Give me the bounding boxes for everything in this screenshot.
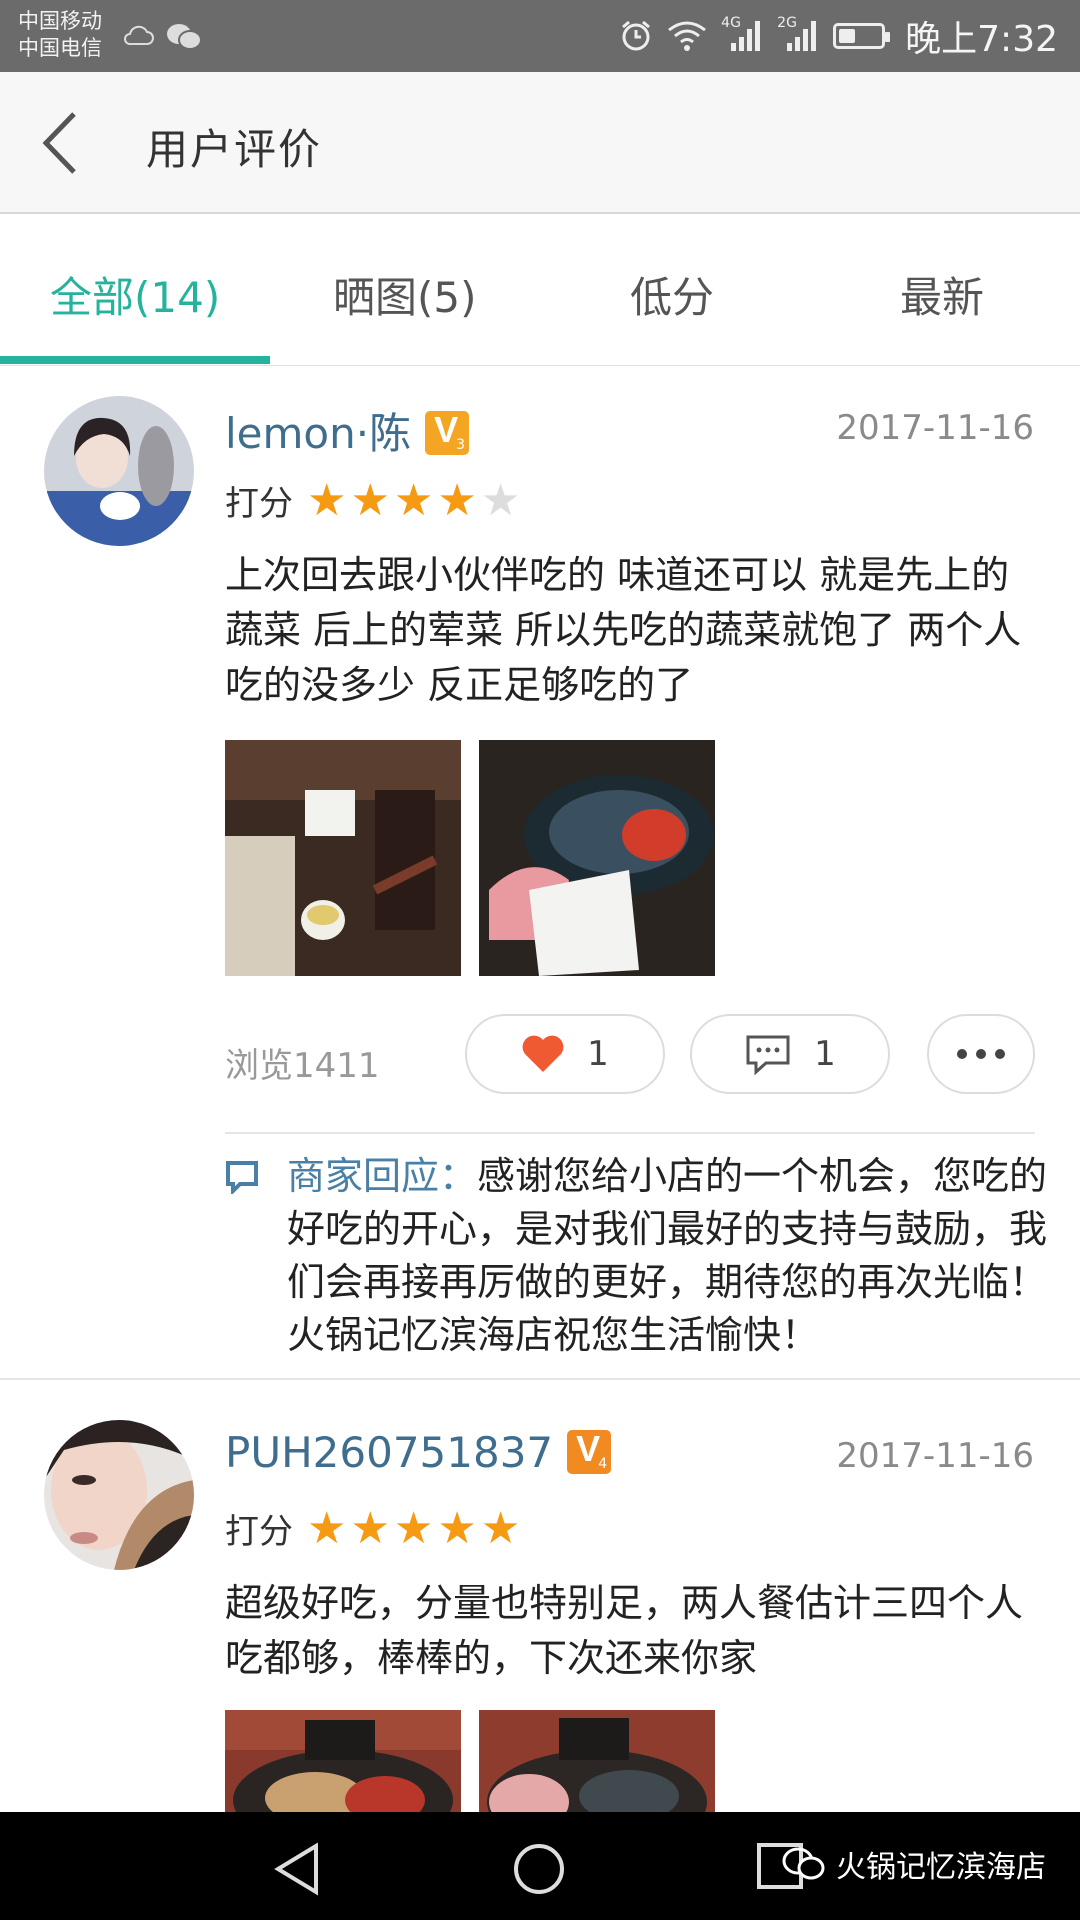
- review-text: 上次回去跟小伙伴吃的 味道还可以 就是先上的蔬菜 后上的荤菜 所以先吃的蔬菜就饱…: [225, 553, 1022, 707]
- signal-2g-icon: 2G: [777, 15, 819, 53]
- watermark-text: 火锅记忆滨海店: [836, 1850, 1046, 1885]
- username[interactable]: PUH260751837 V 4: [225, 1428, 612, 1477]
- heart-icon: [522, 1035, 564, 1072]
- chevron-left-icon: [42, 112, 76, 174]
- rating-label: 打分: [225, 1512, 293, 1552]
- username-text: lemon·陈: [225, 409, 412, 458]
- carrier-2: 中国电信: [18, 36, 102, 60]
- review-date: 2017-11-16: [836, 408, 1034, 448]
- rating-row: 打分 ★ ★ ★ ★ ★: [225, 476, 524, 525]
- reply-text: 商家回应：感谢您给小店的一个机会，您吃的好吃的开心，是对我们最好的支持与鼓励，我…: [287, 1150, 1049, 1362]
- username-text: PUH260751837: [225, 1428, 554, 1477]
- star-icon: ★: [480, 1502, 521, 1554]
- avatar[interactable]: [44, 1420, 194, 1570]
- tab-low-score[interactable]: 低分: [630, 264, 714, 325]
- nav-back-icon[interactable]: [272, 1842, 322, 1896]
- review-photo[interactable]: [225, 740, 461, 976]
- reply-label: 商家回应：: [287, 1154, 478, 1198]
- rating-row: 打分 ★ ★ ★ ★ ★: [225, 1504, 524, 1553]
- star-icon: ★: [393, 1502, 434, 1554]
- star-icon: ★: [350, 1502, 390, 1554]
- star-icon: ★: [437, 474, 477, 526]
- tab-latest[interactable]: 最新: [900, 264, 984, 325]
- battery-icon: [833, 23, 891, 49]
- review-photo[interactable]: [479, 740, 715, 976]
- review-text: 超级好吃，分量也特别足，两人餐估计三四个人吃都够，棒棒的，下次还来你家: [225, 1581, 1024, 1680]
- tab-indicator: [0, 356, 270, 364]
- signal-4g-icon: 4G: [721, 15, 763, 53]
- more-icon: [957, 1049, 1005, 1059]
- comment-icon: [746, 1035, 790, 1075]
- nav-home-icon[interactable]: [512, 1842, 566, 1896]
- tab-bar: 全部(14) 晒图(5) 低分 最新: [0, 216, 1080, 366]
- status-time: 晚上7:32: [905, 19, 1058, 60]
- status-bar: 中国移动 中国电信 4G 2G 晚上7:32: [0, 0, 1080, 72]
- back-button[interactable]: [30, 108, 100, 178]
- level-badge: V4: [567, 1428, 612, 1474]
- comment-button[interactable]: 1: [690, 1014, 890, 1094]
- reply-icon: [226, 1161, 258, 1194]
- star-icon: ★: [307, 1502, 347, 1554]
- wechat-icon: [167, 24, 202, 50]
- comment-count: 1: [814, 1034, 836, 1074]
- page-title: 用户评价: [146, 125, 323, 174]
- watermark: 火锅记忆滨海店: [782, 1842, 1046, 1886]
- review-card: PUH260751837 V 4 2017-11-16 打分 ★ ★ ★ ★ ★ 超…: [0, 1380, 1080, 1812]
- photo-grid: [225, 1710, 715, 1812]
- view-count: 浏览1411: [225, 1046, 380, 1086]
- tab-photos[interactable]: 晒图(5): [333, 264, 477, 325]
- star-icon: ★: [393, 474, 434, 526]
- username[interactable]: lemon·陈 V 3: [225, 400, 470, 461]
- alarm-icon: [622, 20, 651, 51]
- carrier-info: 中国移动 中国电信: [18, 8, 102, 62]
- app-bar: 用户评价: [0, 72, 1080, 214]
- photo-grid: [225, 740, 715, 976]
- carrier-1: 中国移动: [18, 9, 102, 33]
- rating-label: 打分: [225, 484, 293, 524]
- navigation-bar: 火锅记忆滨海店: [0, 1812, 1080, 1920]
- avatar[interactable]: [44, 396, 194, 546]
- wechat-icon: [782, 1847, 825, 1880]
- like-button[interactable]: 1: [465, 1014, 665, 1094]
- more-button[interactable]: [927, 1014, 1035, 1094]
- star-icon: ★: [307, 474, 347, 526]
- cloud-icon: [124, 25, 154, 45]
- wifi-icon: [668, 21, 707, 51]
- star-icon: ★: [350, 474, 390, 526]
- review-photo[interactable]: [479, 1710, 715, 1812]
- review-photo[interactable]: [225, 1710, 461, 1812]
- star-icon: ★: [437, 1502, 477, 1554]
- like-count: 1: [587, 1034, 609, 1074]
- star-icon: ★: [480, 474, 521, 526]
- tab-all[interactable]: 全部(14): [50, 264, 220, 325]
- review-card: lemon·陈 V 3 2017-11-16 打分 ★ ★ ★ ★ ★ 上次回去跟小…: [0, 366, 1080, 1380]
- review-date: 2017-11-16: [836, 1436, 1034, 1476]
- divider: [225, 1132, 1035, 1134]
- level-badge: V3: [425, 409, 470, 455]
